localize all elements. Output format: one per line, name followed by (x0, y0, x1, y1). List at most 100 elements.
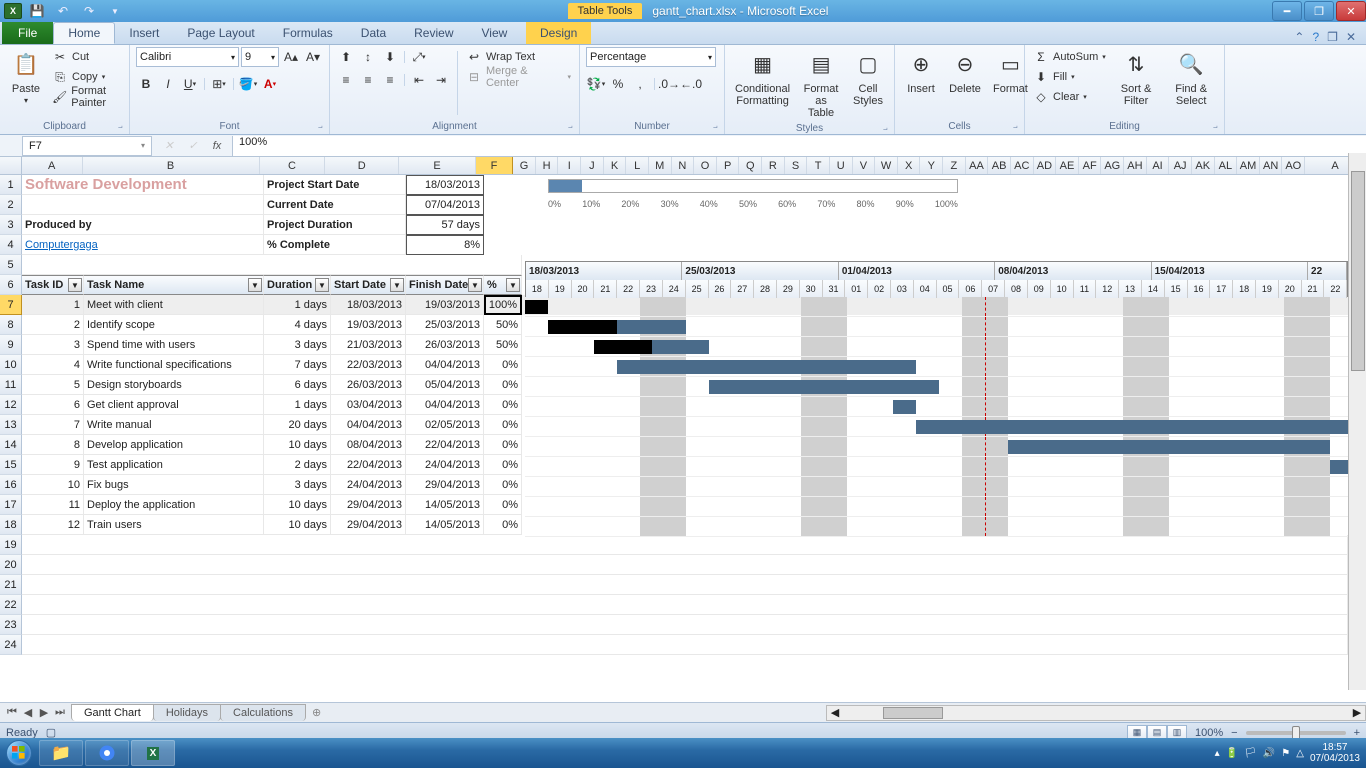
cell[interactable]: 4 (22, 355, 84, 375)
row-header[interactable]: 7 (0, 295, 22, 315)
col-header[interactable]: R (762, 157, 785, 174)
cell[interactable]: 6 (22, 395, 84, 415)
zoom-level[interactable]: 100% (1195, 727, 1223, 739)
cell[interactable]: 7 (22, 415, 84, 435)
col-header[interactable]: AO (1282, 157, 1305, 174)
grow-font-icon[interactable]: A▴ (281, 47, 301, 67)
col-header[interactable]: J (581, 157, 604, 174)
col-header[interactable]: AI (1147, 157, 1170, 174)
wrap-text-button[interactable]: ↩Wrap Text (464, 47, 573, 67)
col-header[interactable]: K (604, 157, 627, 174)
cell[interactable] (22, 635, 1348, 655)
sheet-nav-last-icon[interactable]: ⏭ (52, 706, 68, 719)
cell[interactable] (22, 255, 522, 275)
worksheet-grid[interactable]: ABCDEFGHIJKLMNOPQRSTUVWXYZAAABACADAEAFAG… (0, 157, 1366, 702)
col-header[interactable]: W (875, 157, 898, 174)
formula-input[interactable]: 100% (232, 136, 1366, 156)
sheet-nav-next-icon[interactable]: ▶ (36, 706, 52, 719)
cell[interactable]: %▼ (484, 275, 522, 295)
find-select-button[interactable]: 🔍Find & Select (1164, 47, 1218, 109)
row-header[interactable]: 8 (0, 315, 22, 335)
col-header[interactable]: O (694, 157, 717, 174)
cell[interactable]: 07/04/2013 (406, 195, 484, 215)
help-icon[interactable]: ? (1312, 30, 1319, 44)
filter-dropdown-icon[interactable]: ▼ (390, 278, 404, 292)
undo-icon[interactable]: ↶ (52, 2, 74, 20)
delete-cells-button[interactable]: ⊖Delete (945, 47, 985, 97)
cell[interactable]: 26/03/2013 (406, 335, 484, 355)
cell[interactable]: 22/04/2013 (406, 435, 484, 455)
col-header[interactable]: AD (1034, 157, 1057, 174)
italic-button[interactable]: I (158, 74, 178, 94)
cell[interactable]: 0% (484, 495, 522, 515)
cell[interactable]: 08/04/2013 (331, 435, 406, 455)
save-icon[interactable]: 💾 (26, 2, 48, 20)
col-header[interactable]: Q (739, 157, 762, 174)
cell[interactable]: 24/04/2013 (331, 475, 406, 495)
col-header[interactable]: AN (1260, 157, 1283, 174)
vertical-scrollbar[interactable] (1348, 153, 1366, 690)
enter-icon[interactable]: ✓ (184, 137, 202, 155)
cell[interactable]: 22/03/2013 (331, 355, 406, 375)
number-format-combo[interactable]: Percentage▾ (586, 47, 716, 67)
bold-button[interactable]: B (136, 74, 156, 94)
row-header[interactable]: 9 (0, 335, 22, 355)
cell[interactable]: Task Name▼ (84, 275, 264, 295)
maximize-button[interactable]: ❐ (1304, 1, 1334, 21)
cell[interactable] (22, 615, 1348, 635)
cell[interactable]: 3 (22, 335, 84, 355)
font-size-combo[interactable]: 9▾ (241, 47, 279, 67)
paste-button[interactable]: 📋 Paste▾ (6, 47, 46, 108)
cell[interactable]: 04/04/2013 (406, 355, 484, 375)
taskbar-explorer-icon[interactable]: 📁 (39, 740, 83, 766)
cell[interactable]: 8% (406, 235, 484, 255)
cell[interactable]: 29/04/2013 (331, 515, 406, 535)
cell[interactable]: 10 days (264, 515, 331, 535)
row-header[interactable]: 22 (0, 595, 22, 615)
cell[interactable]: Write functional specifications (84, 355, 264, 375)
cell[interactable]: Duration▼ (264, 275, 331, 295)
align-bottom-icon[interactable]: ⬇ (380, 47, 400, 67)
row-header[interactable]: 24 (0, 635, 22, 655)
currency-icon[interactable]: 💱▾ (586, 74, 606, 94)
cell[interactable] (22, 595, 1348, 615)
cell[interactable] (22, 195, 264, 215)
cell[interactable]: 0% (484, 395, 522, 415)
cell[interactable]: 8 (22, 435, 84, 455)
close-button[interactable]: ✕ (1336, 1, 1366, 21)
cell[interactable]: 5 (22, 375, 84, 395)
underline-button[interactable]: U▾ (180, 74, 200, 94)
row-header[interactable]: 23 (0, 615, 22, 635)
cell[interactable]: 4 days (264, 315, 331, 335)
row-header[interactable]: 6 (0, 275, 22, 295)
cell[interactable] (22, 535, 1348, 555)
autosum-button[interactable]: ΣAutoSum▾ (1031, 47, 1108, 67)
cell[interactable]: 2 days (264, 455, 331, 475)
col-header[interactable]: S (785, 157, 808, 174)
cell[interactable]: 9 (22, 455, 84, 475)
percent-icon[interactable]: % (608, 74, 628, 94)
sheet-tab[interactable]: Calculations (220, 704, 306, 721)
cell[interactable]: % Complete (264, 235, 406, 255)
cell[interactable]: Computergaga (22, 235, 264, 255)
close-workbook-icon[interactable]: ✕ (1346, 30, 1356, 44)
row-header[interactable]: 18 (0, 515, 22, 535)
fill-button[interactable]: ⬇Fill▾ (1031, 67, 1108, 87)
row-header[interactable]: 19 (0, 535, 22, 555)
cell[interactable]: 57 days (406, 215, 484, 235)
cell[interactable]: Software Development (22, 175, 264, 195)
start-button[interactable] (0, 738, 38, 768)
cell[interactable]: 10 (22, 475, 84, 495)
tray-battery-icon[interactable]: 🔋 (1226, 748, 1238, 759)
minimize-button[interactable]: ━ (1272, 1, 1302, 21)
cancel-icon[interactable]: ✕ (160, 137, 178, 155)
cell[interactable]: Get client approval (84, 395, 264, 415)
tray-volume-icon[interactable]: 🔊 (1263, 748, 1275, 759)
col-header[interactable]: M (649, 157, 672, 174)
border-button[interactable]: ⊞▾ (209, 74, 229, 94)
col-header[interactable]: B (83, 157, 260, 174)
col-header[interactable]: AG (1101, 157, 1124, 174)
tab-page-layout[interactable]: Page Layout (173, 22, 268, 44)
col-header[interactable]: AM (1237, 157, 1260, 174)
cut-button[interactable]: ✂Cut (50, 47, 123, 67)
